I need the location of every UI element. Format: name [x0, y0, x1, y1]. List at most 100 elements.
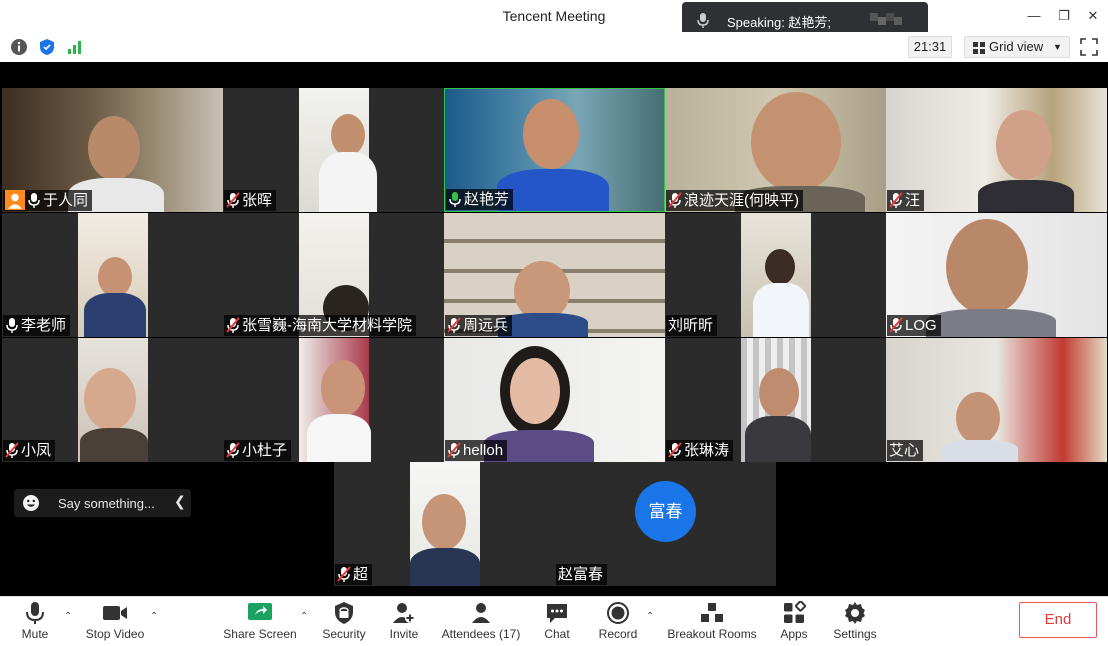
chat-input[interactable]: Say something... ❮: [14, 489, 191, 517]
mic-muted-icon: [337, 566, 351, 582]
emoji-icon[interactable]: [22, 494, 40, 512]
blurred-avatar-icon: [870, 13, 902, 25]
signal-icon[interactable]: [66, 38, 84, 56]
record-button[interactable]: Record: [596, 597, 640, 646]
participant-name: 周远兵: [445, 315, 513, 336]
mic-muted-icon: [226, 442, 240, 458]
mic-muted-icon: [447, 442, 461, 458]
invite-button[interactable]: Invite: [384, 597, 424, 646]
participant-tile[interactable]: 汪: [886, 88, 1107, 212]
microphone-icon: [697, 13, 709, 28]
participant-name: 超: [335, 564, 373, 585]
mic-muted-icon: [889, 192, 903, 208]
mute-options-caret[interactable]: ⌃: [64, 611, 72, 622]
bottom-toolbar: Mute ⌃ Stop Video ⌃ Share Screen ⌃ Secur…: [0, 596, 1108, 646]
participant-name: 小凤: [3, 440, 56, 461]
participant-tile[interactable]: 周远兵: [444, 213, 665, 337]
shield-icon: [335, 602, 353, 624]
mic-muted-icon: [447, 317, 461, 333]
participant-tile[interactable]: 于人同: [2, 88, 223, 212]
end-meeting-button[interactable]: End: [1019, 602, 1097, 638]
minimize-button[interactable]: —: [1024, 6, 1044, 26]
security-button[interactable]: Security: [320, 597, 368, 646]
record-icon: [607, 602, 629, 624]
participant-tile[interactable]: LOG: [886, 213, 1107, 337]
settings-button[interactable]: Settings: [830, 597, 880, 646]
participant-name: 刘昕昕: [666, 315, 718, 336]
participant-tile[interactable]: 李老师: [2, 213, 223, 337]
participant-tile[interactable]: 张晖: [223, 88, 444, 212]
grid-view-label: Grid view: [989, 39, 1044, 54]
add-user-icon: [393, 603, 415, 623]
breakout-rooms-button[interactable]: Breakout Rooms: [666, 597, 758, 646]
mic-muted-icon: [226, 317, 240, 333]
participant-name: 张琳涛: [666, 440, 734, 461]
host-icon: [5, 190, 25, 210]
share-screen-button[interactable]: Share Screen: [222, 597, 298, 646]
participant-tile[interactable]: 富春 赵富春: [555, 462, 776, 586]
share-options-caret[interactable]: ⌃: [300, 611, 308, 622]
participant-name: 浪迹天涯(何映平): [666, 190, 803, 211]
chat-placeholder: Say something...: [58, 496, 155, 511]
grid-view-dropdown[interactable]: Grid view ▼: [964, 36, 1070, 58]
participant-name: 张雪巍-海南大学材料学院: [224, 315, 416, 336]
microphone-icon: [28, 193, 40, 208]
meeting-clock: 21:31: [908, 36, 952, 58]
apps-icon: [784, 601, 806, 623]
participant-tile[interactable]: 艾心: [886, 338, 1107, 462]
avatar: 富春: [635, 481, 696, 542]
restore-button[interactable]: ❐: [1054, 6, 1074, 26]
chat-button[interactable]: Chat: [538, 597, 576, 646]
info-icon[interactable]: [10, 38, 28, 56]
participant-tile[interactable]: helloh: [444, 338, 665, 462]
chat-icon: [547, 604, 567, 623]
share-screen-icon: [248, 603, 272, 620]
window-title: Tencent Meeting: [502, 8, 606, 24]
chevron-down-icon: ▼: [1053, 42, 1062, 52]
participant-name: 赵富春: [556, 564, 608, 585]
grid-icon: [973, 42, 985, 54]
participant-tile[interactable]: 浪迹天涯(何映平): [665, 88, 886, 212]
mic-active-icon: [449, 192, 461, 207]
video-options-caret[interactable]: ⌃: [150, 611, 158, 622]
participant-name: 汪: [887, 190, 925, 211]
mic-muted-icon: [226, 192, 240, 208]
participant-name: 张晖: [224, 190, 277, 211]
participant-tile-speaking[interactable]: 赵艳芳: [444, 88, 665, 212]
info-strip: 21:31 Grid view ▼: [0, 32, 1108, 63]
record-options-caret[interactable]: ⌃: [646, 611, 654, 622]
participant-tile[interactable]: 张雪巍-海南大学材料学院: [223, 213, 444, 337]
participant-tile[interactable]: 超: [334, 462, 555, 586]
mic-muted-icon: [889, 317, 903, 333]
fullscreen-icon[interactable]: [1080, 38, 1098, 56]
attendees-icon: [472, 603, 490, 623]
attendees-button[interactable]: Attendees (17): [440, 597, 522, 646]
participant-tile[interactable]: 刘昕昕: [665, 213, 886, 337]
video-camera-icon: [103, 606, 127, 620]
mute-button[interactable]: Mute: [14, 597, 56, 646]
participant-name: 小杜子: [224, 440, 292, 461]
collapse-chevron-icon[interactable]: ❮: [174, 493, 186, 510]
participant-tile[interactable]: 张琳涛: [665, 338, 886, 462]
participant-tile[interactable]: 小凤: [2, 338, 223, 462]
participant-name: 艾心: [887, 440, 924, 461]
apps-button[interactable]: Apps: [776, 597, 812, 646]
participant-tile[interactable]: 小杜子: [223, 338, 444, 462]
breakout-rooms-icon: [701, 603, 723, 622]
speaking-label: Speaking: 赵艳芳;: [727, 15, 832, 30]
participant-name: LOG: [887, 315, 941, 336]
close-button[interactable]: ✕: [1083, 6, 1103, 26]
title-bar: Tencent Meeting — ❐ ✕: [0, 0, 1108, 32]
participant-name: 赵艳芳: [446, 189, 514, 210]
stop-video-button[interactable]: Stop Video: [82, 597, 148, 646]
mic-muted-icon: [668, 192, 682, 208]
participant-name: 李老师: [3, 315, 71, 336]
gear-icon: [845, 602, 865, 624]
microphone-icon: [26, 602, 44, 624]
mic-muted-icon: [668, 442, 682, 458]
microphone-icon: [6, 318, 18, 333]
shield-icon[interactable]: [38, 38, 56, 56]
participant-name: 于人同: [3, 190, 93, 211]
mic-muted-icon: [5, 442, 19, 458]
participant-name: helloh: [445, 440, 508, 461]
